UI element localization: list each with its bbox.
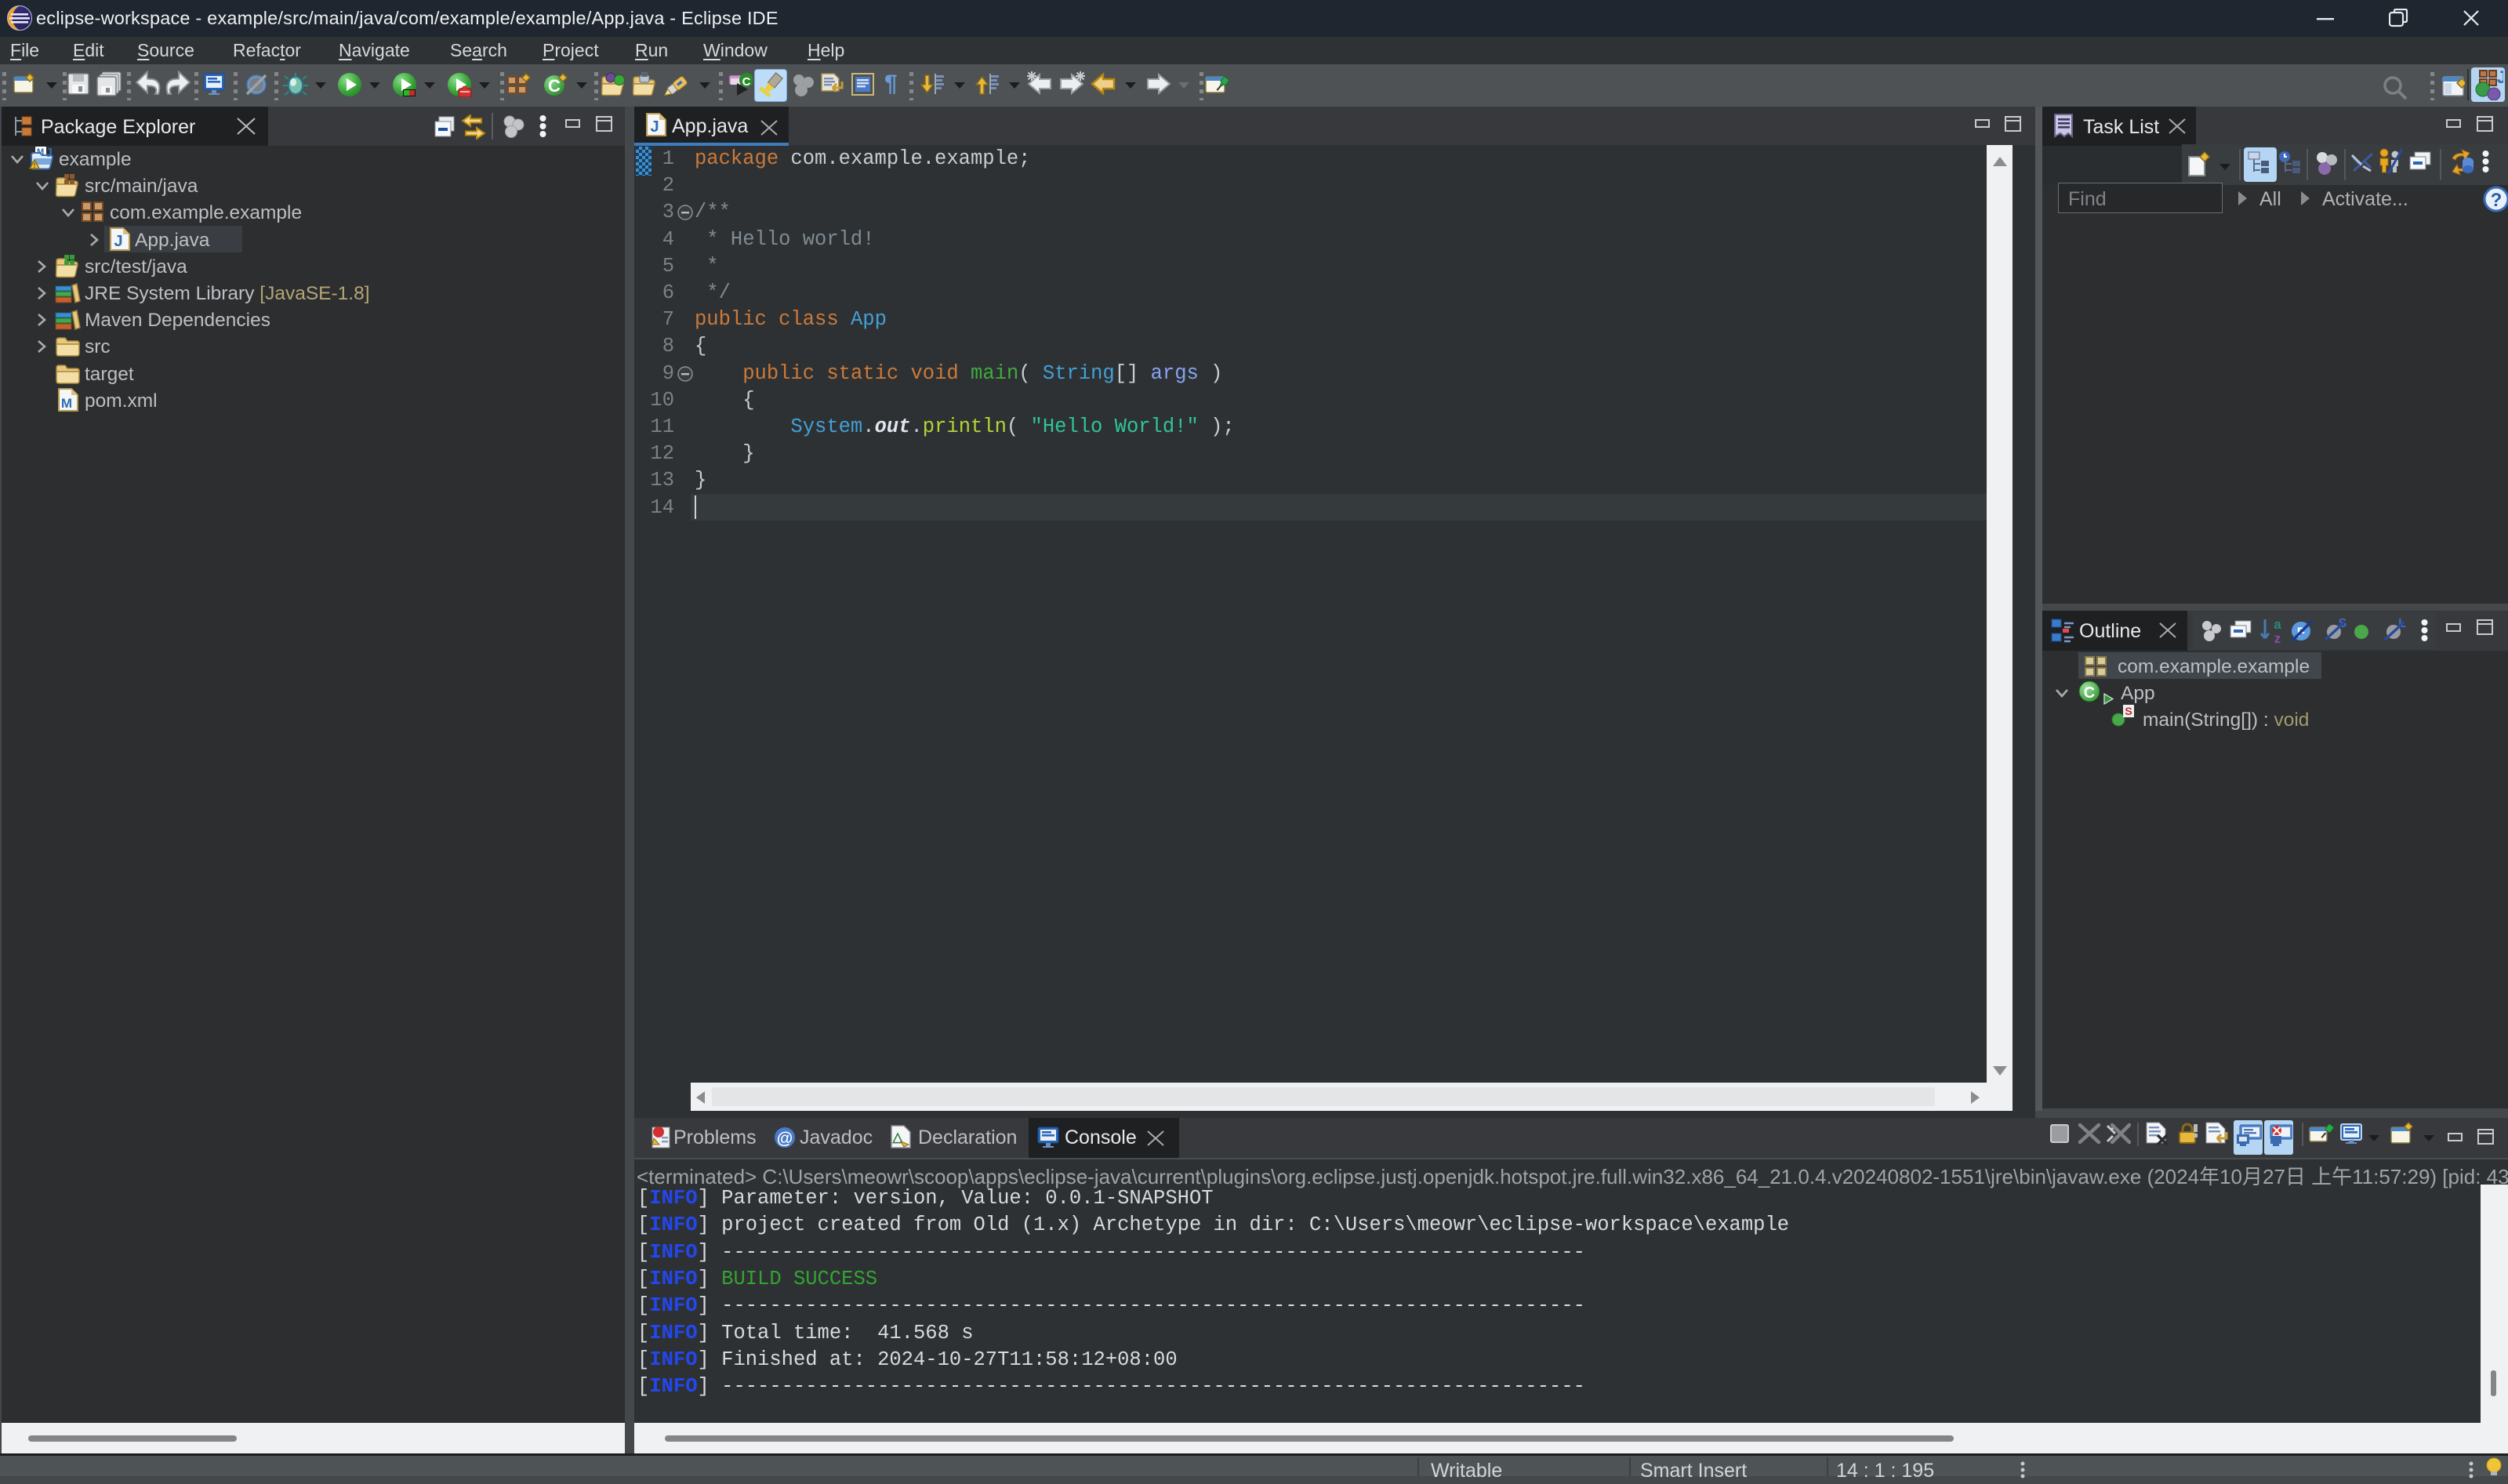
svg-text:a: a — [2274, 618, 2281, 632]
svg-text:C: C — [548, 76, 561, 96]
svg-text:?: ? — [2491, 190, 2503, 211]
svg-text:J: J — [114, 233, 122, 250]
svg-text:J: J — [45, 147, 53, 160]
svg-text:C: C — [742, 75, 751, 89]
svg-text:z: z — [2274, 631, 2281, 644]
svg-text:S: S — [2125, 705, 2132, 717]
svg-text:M: M — [61, 396, 72, 411]
svg-text:C: C — [2084, 684, 2095, 702]
svg-text:J: J — [650, 118, 659, 136]
svg-text:J: J — [2497, 69, 2503, 87]
svg-text:@: @ — [777, 1130, 793, 1148]
svg-text:!: ! — [34, 161, 36, 169]
